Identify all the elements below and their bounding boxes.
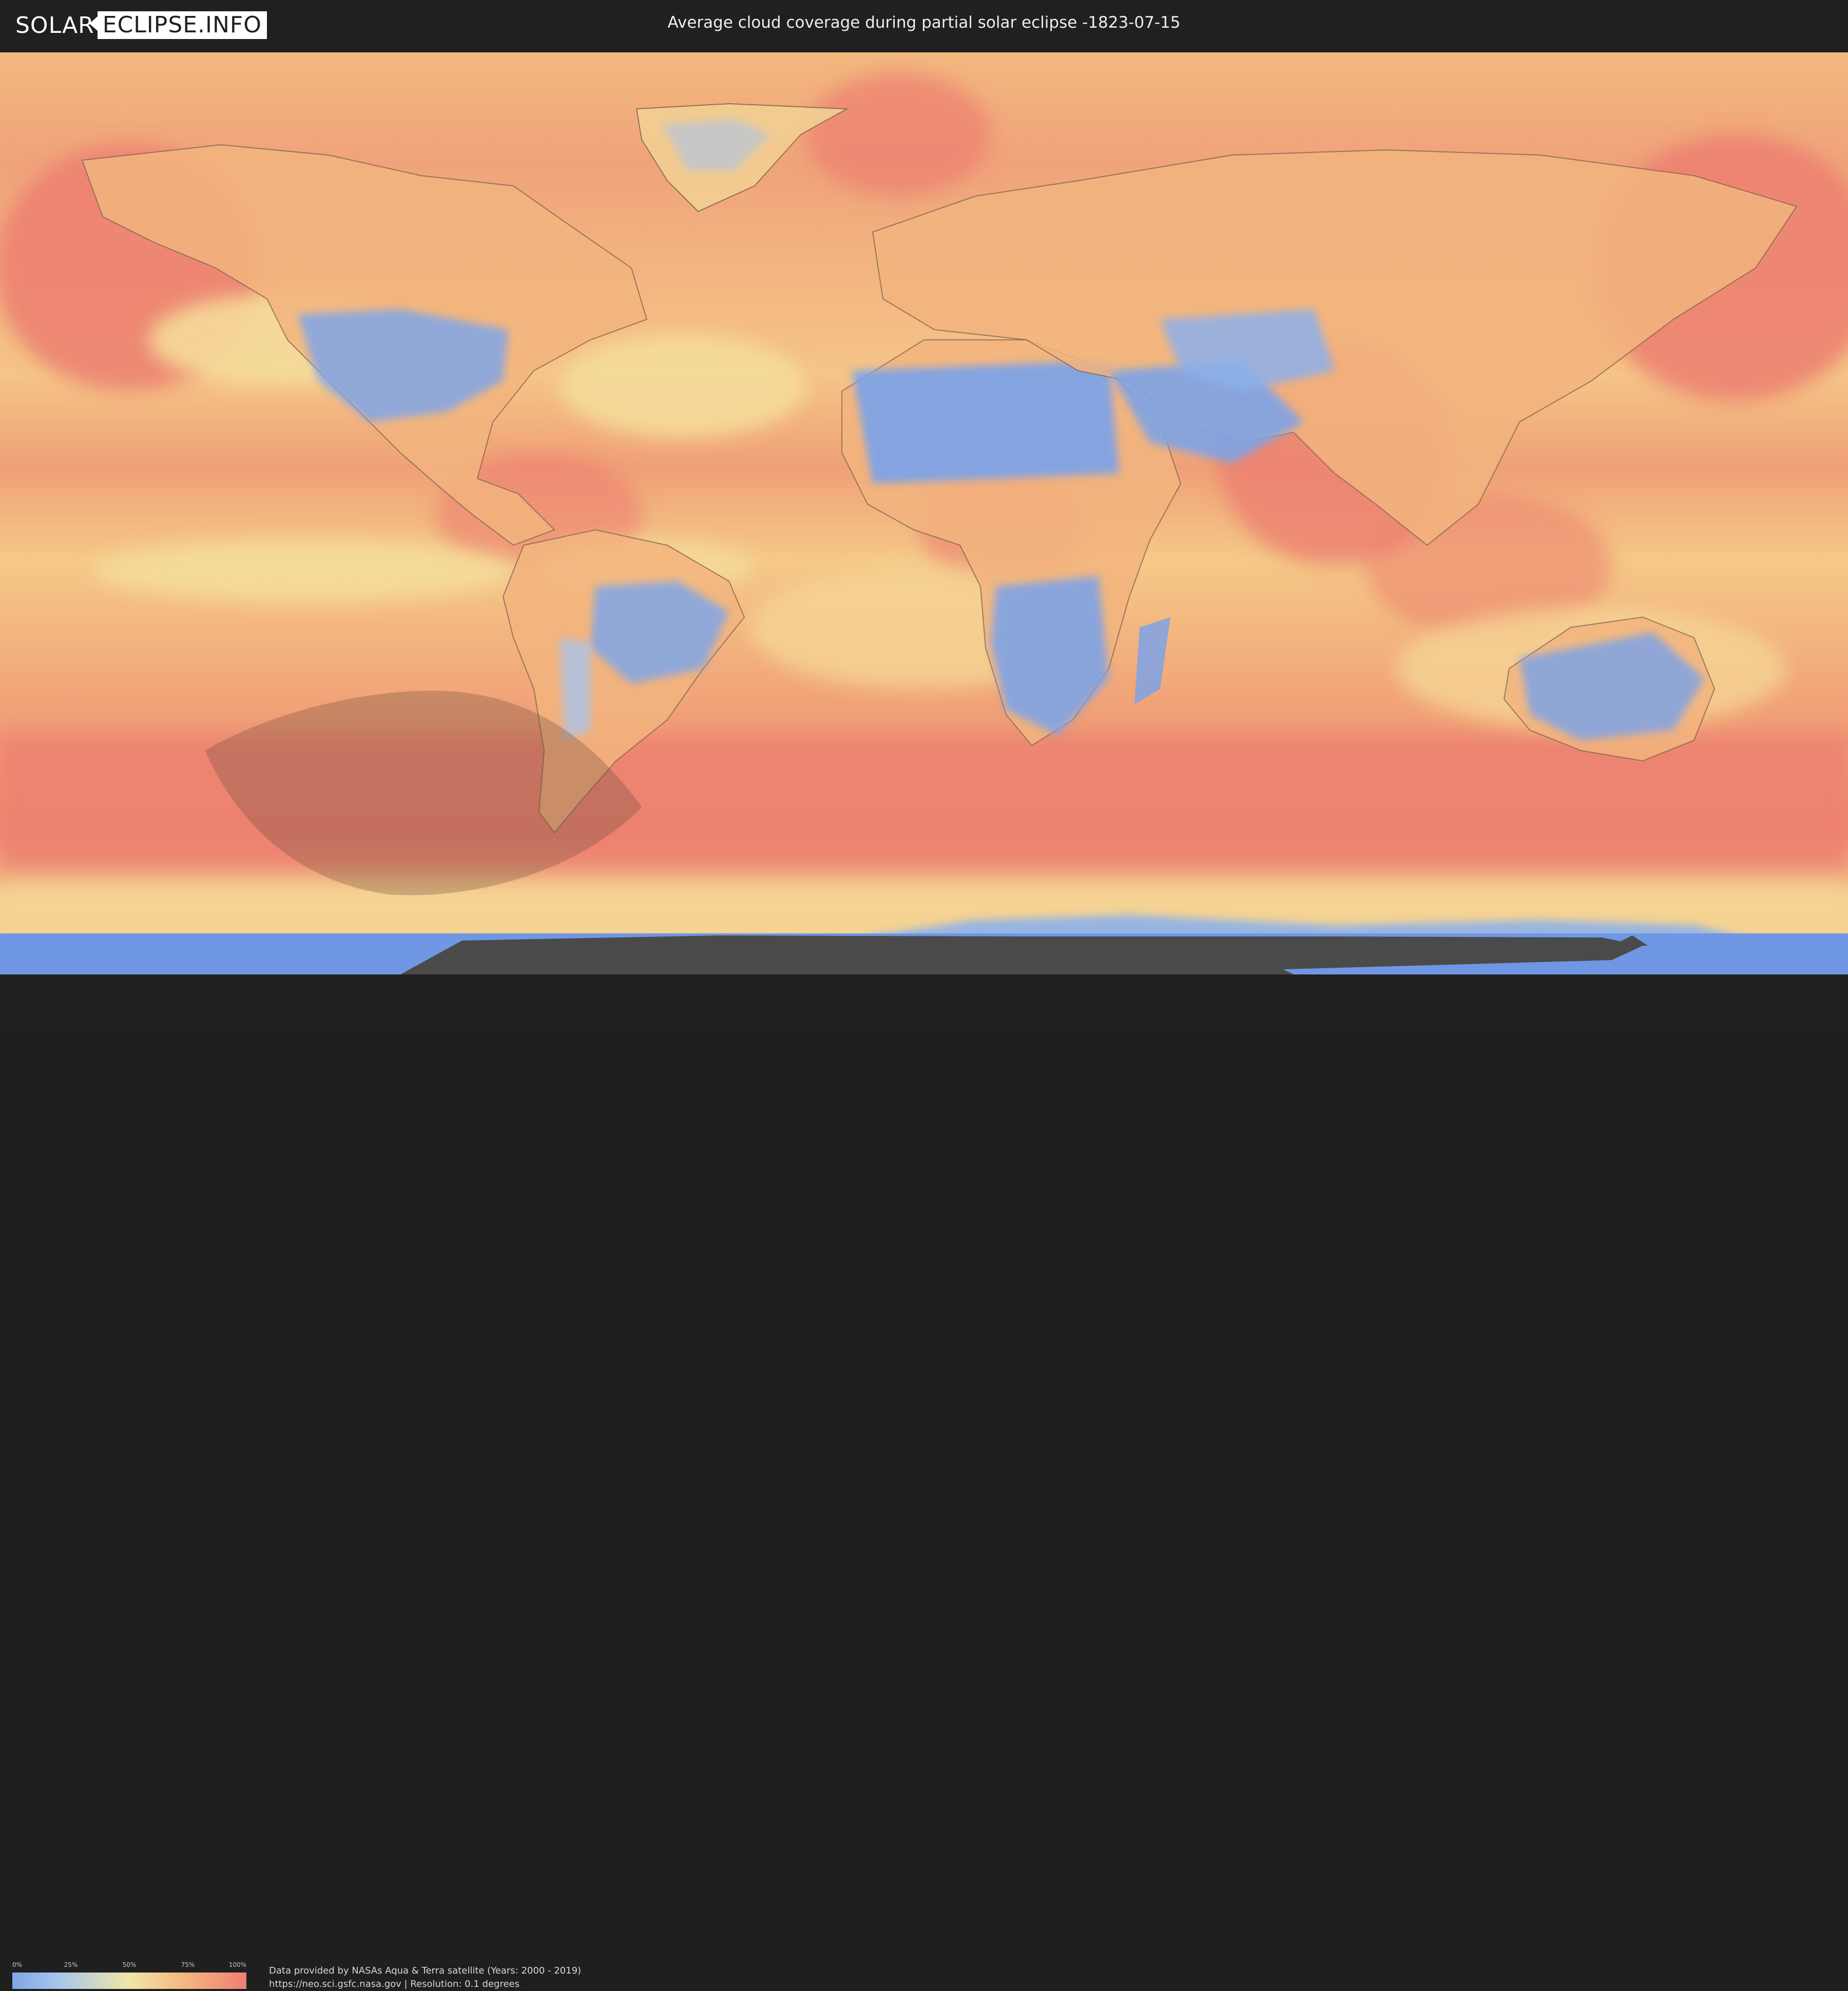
cloud-coverage-map (0, 52, 1848, 974)
legend-tick-25: 25% (64, 1961, 78, 1968)
legend-tick-50: 50% (122, 1961, 137, 1968)
page-title: Average cloud coverage during partial so… (667, 13, 1181, 32)
legend-tick-100: 100% (228, 1961, 246, 1968)
footer-bar: 0% 25% 50% 75% 100% Data provided by NAS… (0, 974, 1848, 1989)
legend-ticks: 0% 25% 50% 75% 100% (12, 1961, 246, 1970)
legend-tick-75: 75% (181, 1961, 195, 1968)
data-credits: Data provided by NASAs Aqua & Terra sate… (269, 1964, 581, 1991)
legend-tick-0: 0% (12, 1961, 23, 1968)
legend-color-bar (12, 1973, 246, 1989)
cloud-coverage-legend: 0% 25% 50% 75% 100% (12, 1961, 246, 1989)
header-bar: SOLAR ECLIPSE.INFO Average cloud coverag… (0, 0, 1848, 50)
world-map-svg (0, 52, 1848, 974)
credit-line-source: Data provided by NASAs Aqua & Terra sate… (269, 1965, 582, 1976)
credit-line-url[interactable]: https://neo.sci.gsfc.nasa.gov | Resoluti… (269, 1978, 581, 1991)
